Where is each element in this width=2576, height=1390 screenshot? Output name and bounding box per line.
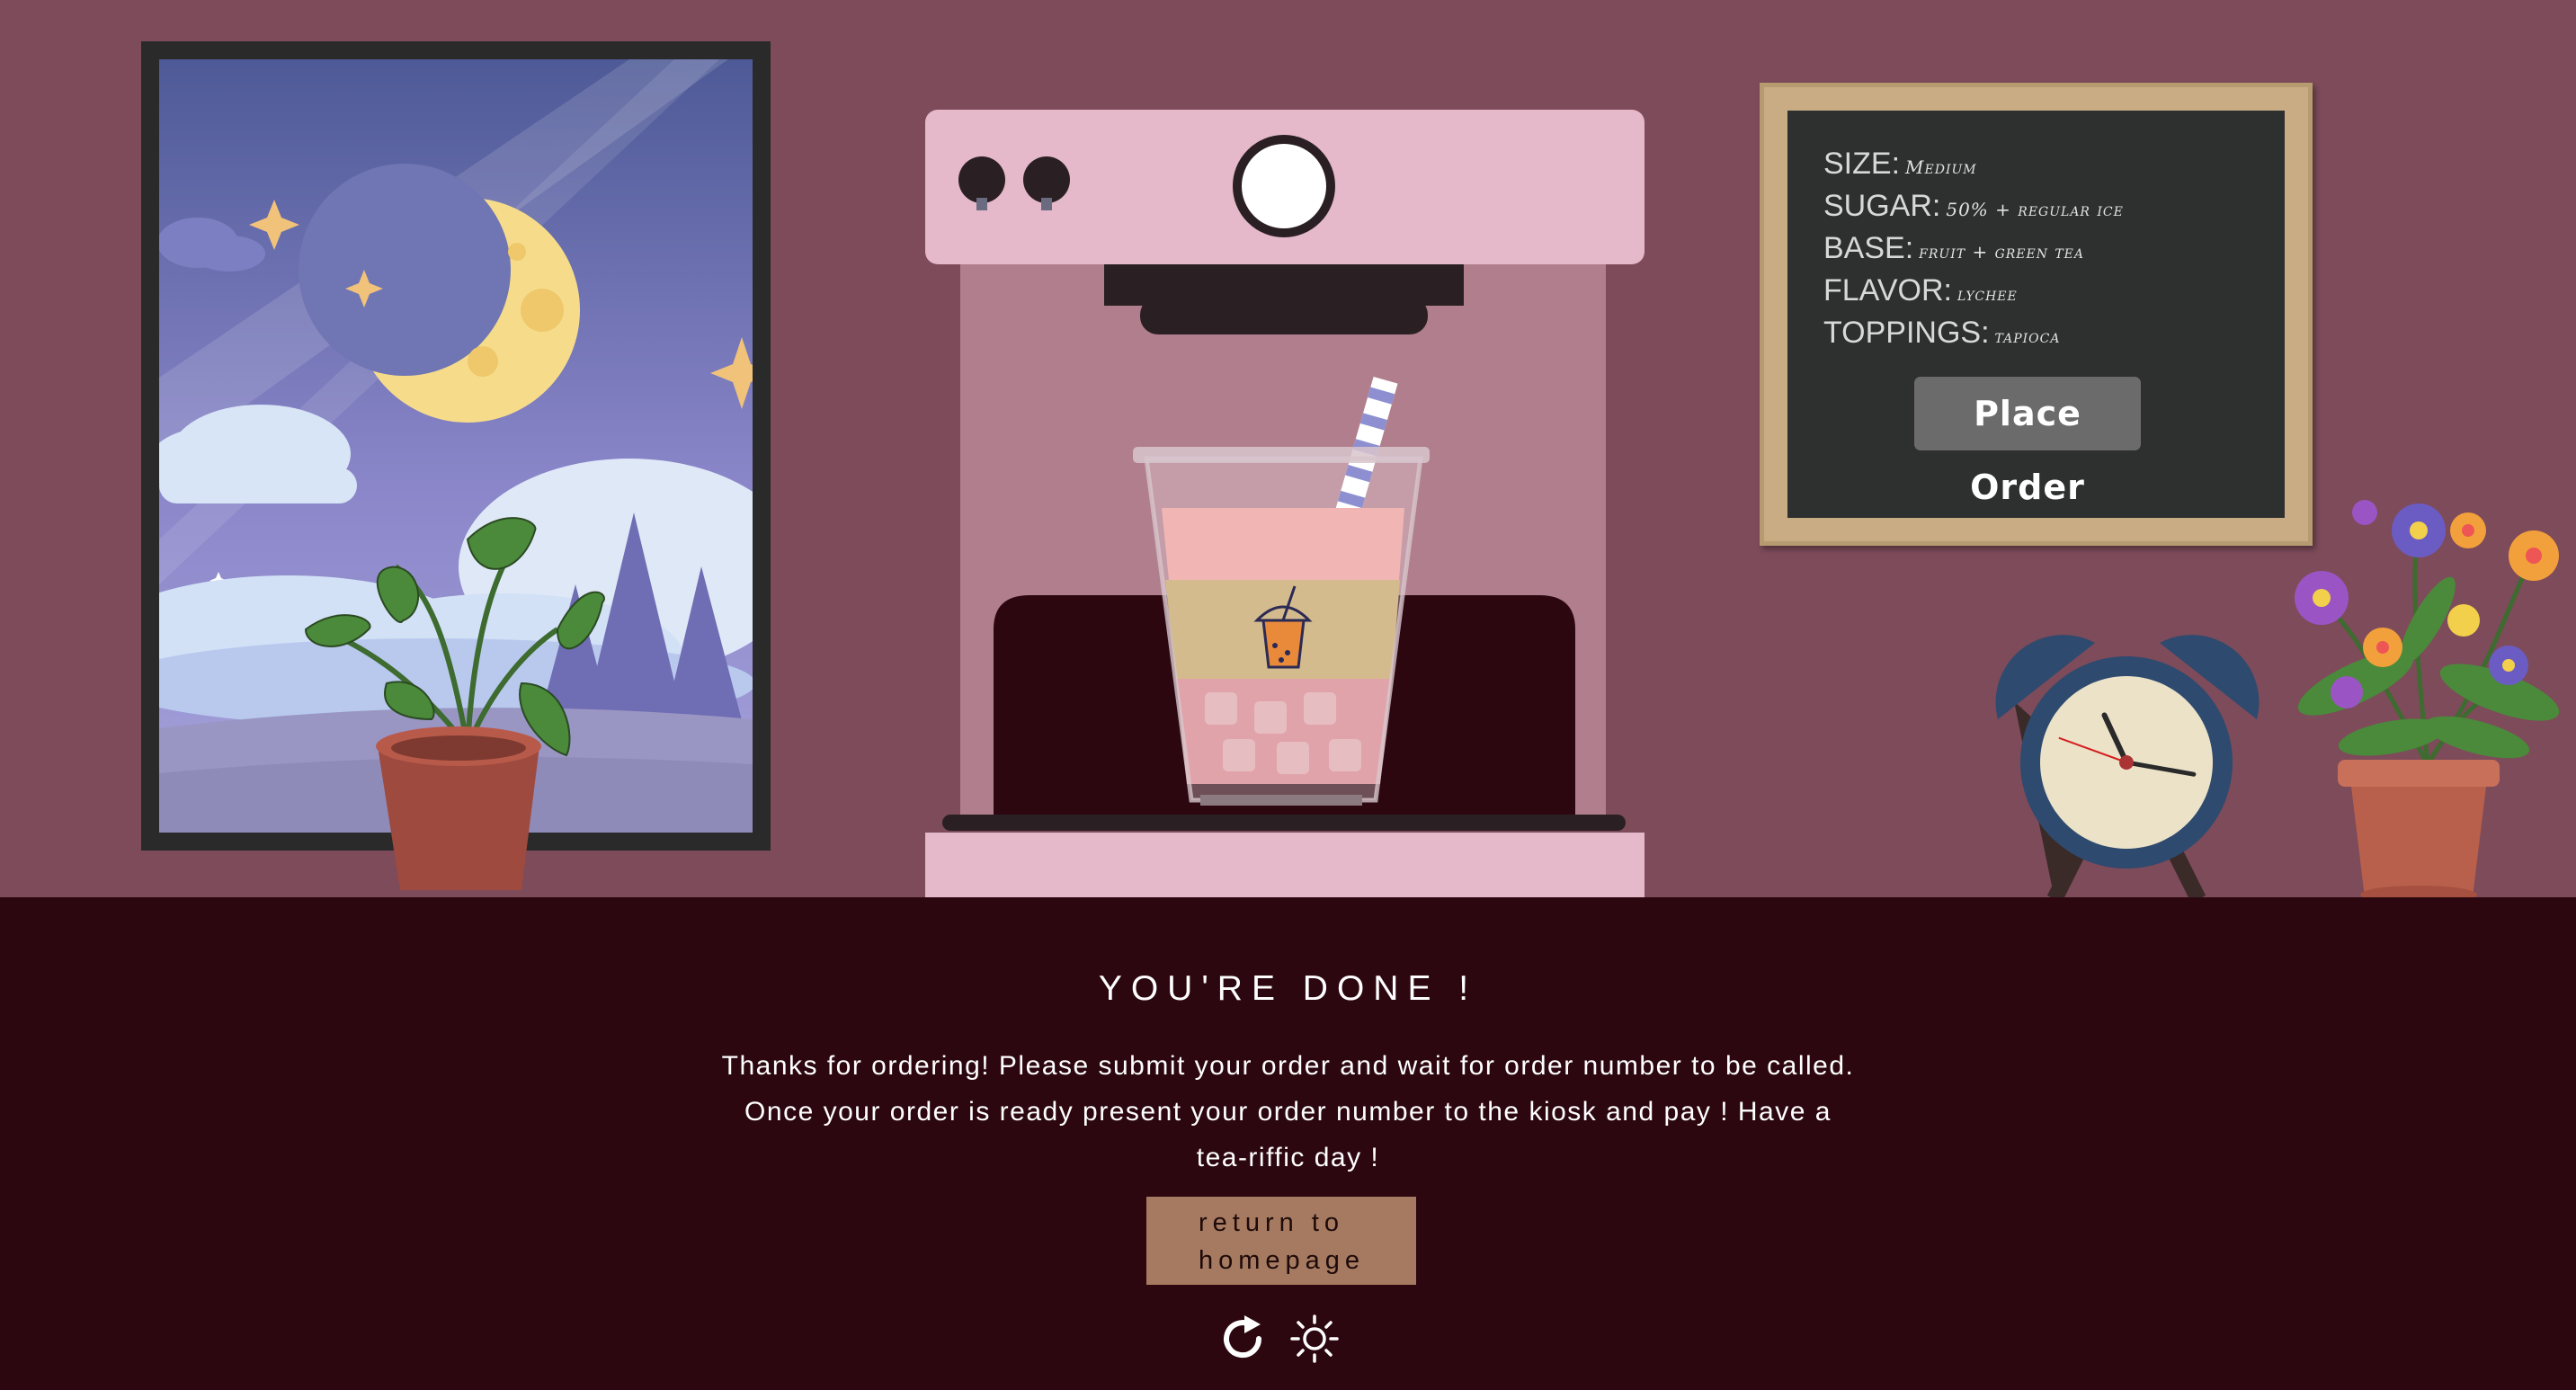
sugar-label: SUGAR:: [1823, 189, 1941, 223]
toppings-label: TOPPINGS:: [1823, 316, 1990, 350]
flavor-label: FLAVOR:: [1823, 273, 1952, 307]
size-row: SIZE: Medium: [1823, 147, 1977, 182]
place-order-button[interactable]: Place Order: [1914, 377, 2141, 507]
flavor-row: FLAVOR: lychee: [1823, 273, 2018, 308]
done-heading: YOU'RE DONE !: [1098, 969, 1478, 1008]
toppings-row: TOPPINGS: tapioca: [1823, 316, 2060, 351]
done-message: Thanks for ordering! Please submit your …: [721, 1051, 1855, 1172]
size-label: SIZE:: [1823, 147, 1901, 181]
machine-display: [1233, 135, 1335, 237]
restart-icon[interactable]: [1216, 1312, 1270, 1366]
flavor-value: lychee: [1957, 283, 2018, 305]
return-label-line1: return to: [1199, 1208, 1344, 1237]
return-to-homepage-button[interactable]: return to homepage: [1146, 1197, 1416, 1285]
base-row: BASE: fruit + green tea: [1823, 231, 2084, 266]
sugar-row: SUGAR: 50% + regular ice: [1823, 189, 2124, 224]
machine-knob-right: [1023, 156, 1070, 203]
machine-knob-left: [958, 156, 1005, 203]
base-value: fruit + green tea: [1919, 241, 2085, 263]
toppings-value: tapioca: [1994, 325, 2061, 347]
sugar-value: 50% + regular ice: [1946, 199, 2124, 220]
sun-icon[interactable]: [1288, 1312, 1341, 1366]
size-value: Medium: [1905, 156, 1977, 178]
base-label: BASE:: [1823, 231, 1914, 265]
return-label-line2: homepage: [1199, 1246, 1366, 1275]
